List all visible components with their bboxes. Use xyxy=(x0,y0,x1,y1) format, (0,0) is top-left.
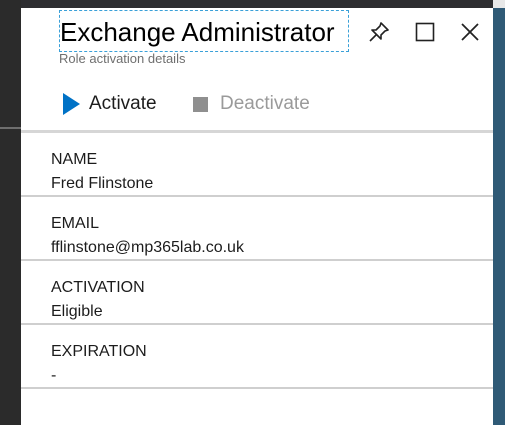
deactivate-label: Deactivate xyxy=(220,93,310,114)
background-panel-right xyxy=(493,0,505,425)
maximize-icon xyxy=(415,22,435,42)
field-value: fflinstone@mp365lab.co.uk xyxy=(51,239,244,256)
activate-label: Activate xyxy=(89,93,157,114)
field-expiration: EXPIRATION - xyxy=(21,325,493,389)
field-name: NAME Fred Flinstone xyxy=(21,133,493,197)
maximize-button[interactable] xyxy=(413,20,437,44)
field-label: EMAIL xyxy=(51,215,100,232)
title-focus-box[interactable]: Exchange Administrator xyxy=(59,10,349,52)
role-details-blade: Exchange Administrator Role activation d… xyxy=(21,8,493,425)
pin-button[interactable] xyxy=(367,20,391,44)
field-activation: ACTIVATION Eligible xyxy=(21,261,493,325)
command-bar: Activate Deactivate xyxy=(21,78,493,130)
background-panel-left xyxy=(0,0,21,425)
field-label: EXPIRATION xyxy=(51,343,147,360)
field-label: ACTIVATION xyxy=(51,279,145,296)
field-label: NAME xyxy=(51,151,98,168)
blade-subtitle: Role activation details xyxy=(59,51,186,66)
blade-title: Exchange Administrator xyxy=(60,17,335,47)
close-icon xyxy=(461,23,479,41)
close-button[interactable] xyxy=(458,20,482,44)
field-email: EMAIL fflinstone@mp365lab.co.uk xyxy=(21,197,493,261)
background-edge xyxy=(493,0,505,8)
stop-icon xyxy=(193,96,208,112)
deactivate-button[interactable]: Deactivate xyxy=(193,92,310,116)
pin-icon xyxy=(369,22,389,42)
background-divider xyxy=(0,127,21,129)
activate-button[interactable]: Activate xyxy=(63,92,157,116)
field-value: - xyxy=(51,367,57,384)
blade-header: Exchange Administrator Role activation d… xyxy=(21,8,493,78)
field-value: Fred Flinstone xyxy=(51,175,154,192)
field-value: Eligible xyxy=(51,303,103,320)
play-icon xyxy=(63,93,80,115)
